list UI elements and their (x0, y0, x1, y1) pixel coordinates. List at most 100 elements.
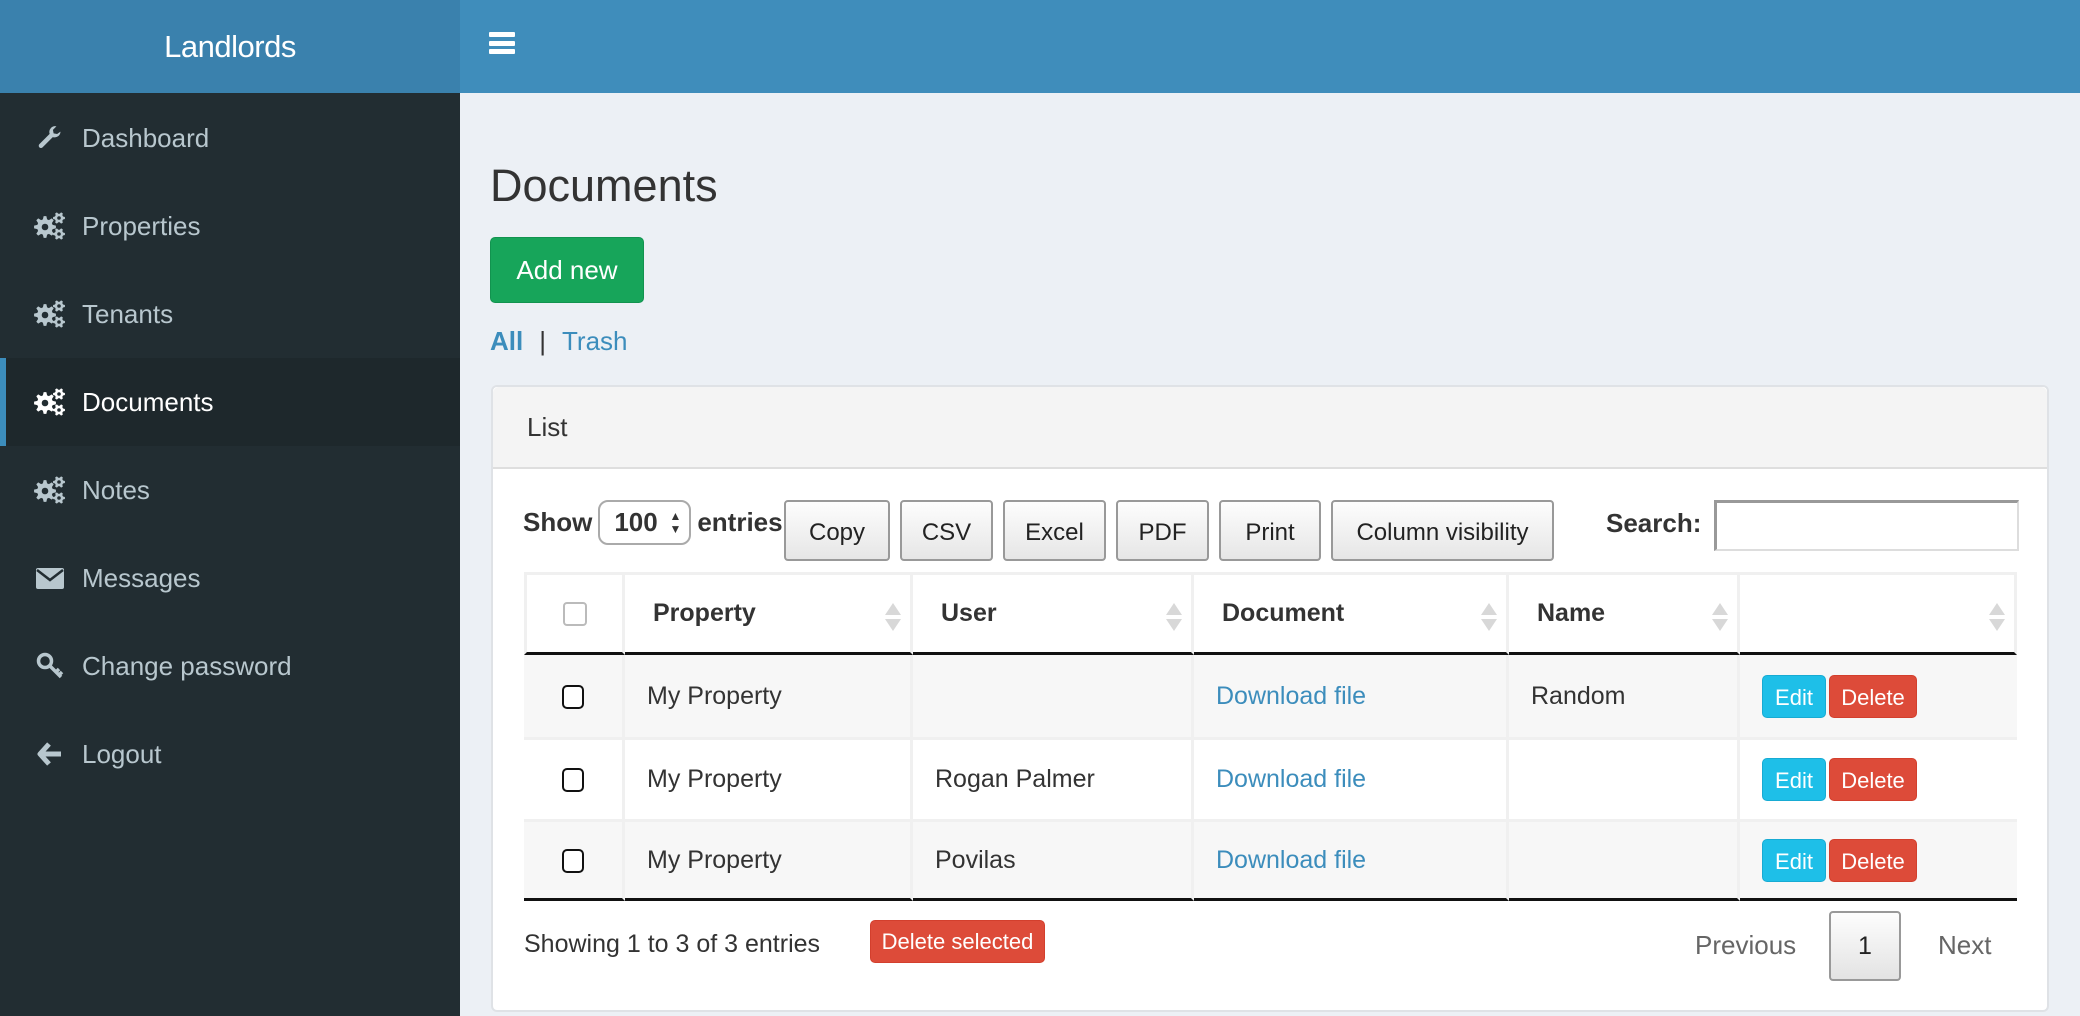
sidebar-item-label: Dashboard (82, 122, 210, 153)
sidebar-item-dashboard[interactable]: Dashboard (0, 94, 460, 182)
gears-icon (34, 474, 66, 506)
column-header-name[interactable]: Name (1509, 572, 1740, 655)
download-file-link[interactable]: Download file (1216, 765, 1366, 793)
row-select-cell (524, 819, 625, 901)
delete-button[interactable]: Delete (1829, 758, 1917, 801)
csv-button[interactable]: CSV (900, 500, 993, 561)
sidebar-item-change-password[interactable]: Change password (0, 622, 460, 710)
sidebar-item-documents[interactable]: Documents (0, 358, 460, 446)
hamburger-icon[interactable] (489, 32, 515, 54)
page-length-select[interactable]: 100 ▲ ▼ (598, 500, 692, 545)
name-cell (1509, 819, 1740, 901)
pdf-button[interactable]: PDF (1116, 500, 1209, 561)
name-cell: Random (1509, 655, 1740, 737)
show-label: Show (523, 507, 593, 537)
actions-cell: Edit Delete (1740, 819, 2017, 901)
sidebar-item-messages[interactable]: Messages (0, 534, 460, 622)
edit-button[interactable]: Edit (1762, 838, 1826, 882)
page-title: Documents (490, 160, 718, 211)
excel-button[interactable]: Excel (1003, 500, 1106, 561)
panel-title: List (493, 387, 2047, 469)
document-cell: Download file (1194, 655, 1509, 737)
key-icon (34, 650, 66, 682)
row-checkbox[interactable] (562, 684, 584, 709)
add-new-button[interactable]: Add new (490, 237, 644, 303)
download-file-link[interactable]: Download file (1216, 846, 1366, 874)
table-row: My Property Povilas Download file Edit De… (524, 819, 2017, 901)
sort-icon[interactable] (1166, 603, 1182, 633)
row-checkbox[interactable] (562, 848, 584, 873)
arrow-left-icon (34, 738, 66, 770)
sidebar-item-label: Change password (82, 650, 292, 681)
page-length-control: Show 100 ▲ ▼ entries (523, 500, 783, 545)
envelope-icon (34, 562, 66, 594)
pagination-page-1[interactable]: 1 (1829, 911, 1901, 981)
edit-button[interactable]: Edit (1762, 674, 1826, 718)
pagination-previous[interactable]: Previous (1695, 930, 1796, 961)
edit-button[interactable]: Edit (1762, 758, 1826, 801)
column-header-document[interactable]: Document (1194, 572, 1509, 655)
filter-all-link[interactable]: All (490, 326, 523, 357)
sidebar-item-tenants[interactable]: Tenants (0, 270, 460, 358)
sidebar-item-label: Documents (82, 386, 214, 417)
top-navbar (460, 0, 2080, 93)
gears-icon (34, 386, 66, 418)
table-info: Showing 1 to 3 of 3 entries (524, 930, 821, 958)
select-arrows-icon: ▲ ▼ (669, 509, 682, 536)
user-cell: Povilas (913, 819, 1194, 901)
sidebar: Dashboard Properties Tenants Documents N… (0, 93, 460, 1016)
search-input[interactable] (1714, 500, 2019, 551)
column-header-property[interactable]: Property (625, 572, 913, 655)
property-cell: My Property (625, 737, 913, 819)
actions-cell: Edit Delete (1740, 737, 2017, 819)
select-all-checkbox[interactable] (562, 602, 587, 627)
column-label: Document (1222, 599, 1345, 627)
actions-cell: Edit Delete (1740, 655, 2017, 737)
column-header-actions[interactable] (1740, 572, 2017, 655)
column-label: Name (1537, 599, 1606, 627)
wrench-icon (34, 122, 66, 154)
document-cell: Download file (1194, 737, 1509, 819)
delete-button[interactable]: Delete (1829, 838, 1917, 882)
copy-button[interactable]: Copy (784, 500, 890, 561)
sidebar-item-notes[interactable]: Notes (0, 446, 460, 534)
print-button[interactable]: Print (1219, 500, 1321, 561)
table-header-row: Property User Document Name (524, 572, 2017, 655)
sort-icon[interactable] (885, 603, 901, 633)
filter-links: All | Trash (490, 326, 628, 357)
sidebar-item-label: Messages (82, 562, 201, 593)
sort-icon[interactable] (1481, 603, 1497, 633)
search-label: Search: (1606, 508, 1702, 538)
sidebar-item-properties[interactable]: Properties (0, 182, 460, 270)
column-visibility-button[interactable]: Column visibility (1331, 500, 1554, 561)
sidebar-item-logout[interactable]: Logout (0, 710, 460, 798)
entries-label: entries (697, 507, 783, 537)
sort-icon[interactable] (1989, 603, 2005, 633)
gears-icon (34, 298, 66, 330)
gears-icon (34, 210, 66, 242)
pagination-next[interactable]: Next (1938, 930, 1991, 961)
download-file-link[interactable]: Download file (1216, 682, 1366, 710)
document-cell: Download file (1194, 819, 1509, 901)
sort-icon[interactable] (1712, 603, 1728, 633)
name-cell (1509, 737, 1740, 819)
property-cell: My Property (625, 655, 913, 737)
documents-list-panel: List Show 100 ▲ ▼ entries Copy CSV Excel … (491, 385, 2049, 1012)
property-cell: My Property (625, 819, 913, 901)
row-checkbox[interactable] (562, 768, 584, 793)
page-length-value: 100 (614, 507, 658, 537)
delete-button[interactable]: Delete (1829, 674, 1917, 718)
filter-trash-link[interactable]: Trash (562, 326, 628, 357)
delete-selected-button[interactable]: Delete selected (870, 920, 1045, 963)
app-logo[interactable]: Landlords (0, 0, 460, 93)
sidebar-item-label: Properties (82, 210, 201, 241)
table-row: My Property Rogan Palmer Download file E… (524, 737, 2017, 819)
table-row: My Property Download file Random Edit Del… (524, 655, 2017, 737)
user-cell (913, 655, 1194, 737)
column-header-user[interactable]: User (913, 572, 1194, 655)
sidebar-item-label: Logout (82, 738, 162, 769)
column-label: User (941, 599, 997, 627)
row-select-cell (524, 655, 625, 737)
filter-separator: | (539, 326, 546, 356)
column-label: Property (653, 599, 756, 627)
